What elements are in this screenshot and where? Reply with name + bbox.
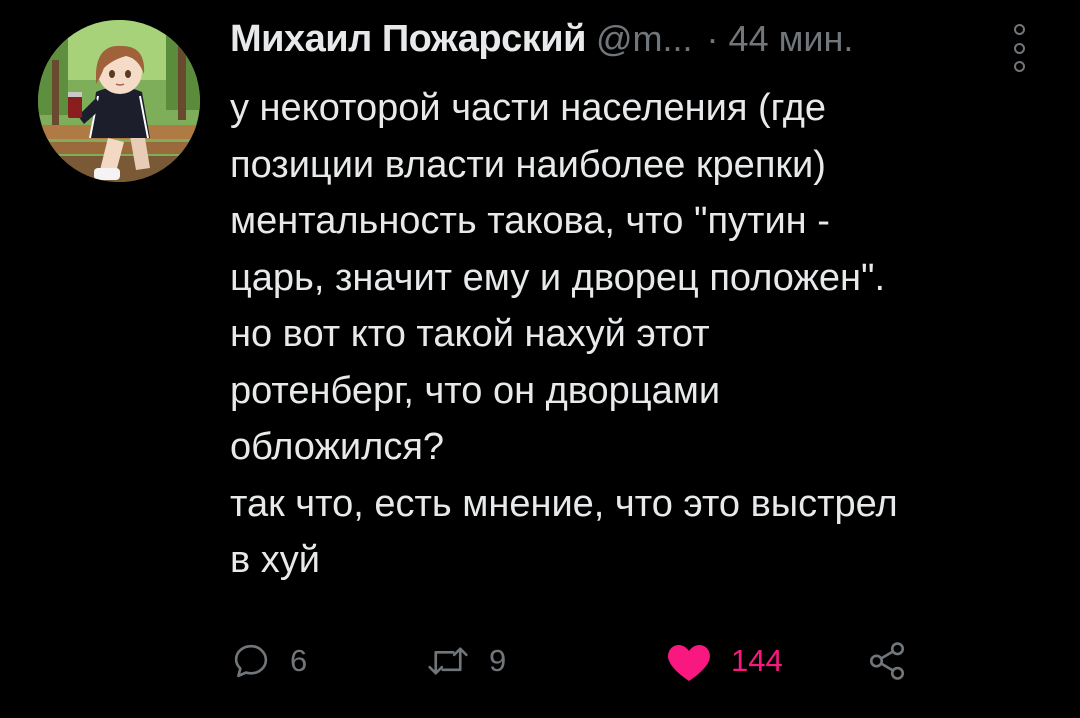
display-name[interactable]: Михаил Пожарский [230, 18, 587, 61]
more-dot [1013, 24, 1025, 35]
reply-count: 6 [290, 643, 308, 678]
retweet-icon [428, 647, 468, 675]
share-button[interactable] [866, 636, 908, 686]
retweet-count: 9 [489, 643, 507, 678]
share-icon [869, 642, 905, 680]
reply-icon [234, 644, 268, 678]
reply-button[interactable]: 6 [230, 636, 307, 686]
separator-dot: · [706, 18, 719, 59]
user-handle[interactable]: @m... [596, 18, 693, 60]
tweet-text: у некоторой части населения (где позиции… [230, 87, 898, 581]
like-count: 144 [731, 643, 783, 678]
more-dot [1013, 42, 1025, 54]
more-options-icon[interactable] [1009, 24, 1029, 72]
tweet-actions: 6 9 144 [230, 636, 1010, 686]
retweet-button[interactable]: 9 [425, 636, 506, 686]
tweet: Михаил Пожарский @m... · 44 мин. у некот… [0, 0, 1080, 718]
heart-icon [668, 645, 710, 681]
tweet-header: Михаил Пожарский @m... · 44 мин. [230, 18, 853, 70]
like-button[interactable]: 144 [665, 636, 783, 686]
timestamp[interactable]: 44 мин. [729, 18, 854, 60]
more-dot [1013, 61, 1025, 72]
avatar[interactable] [38, 20, 200, 182]
